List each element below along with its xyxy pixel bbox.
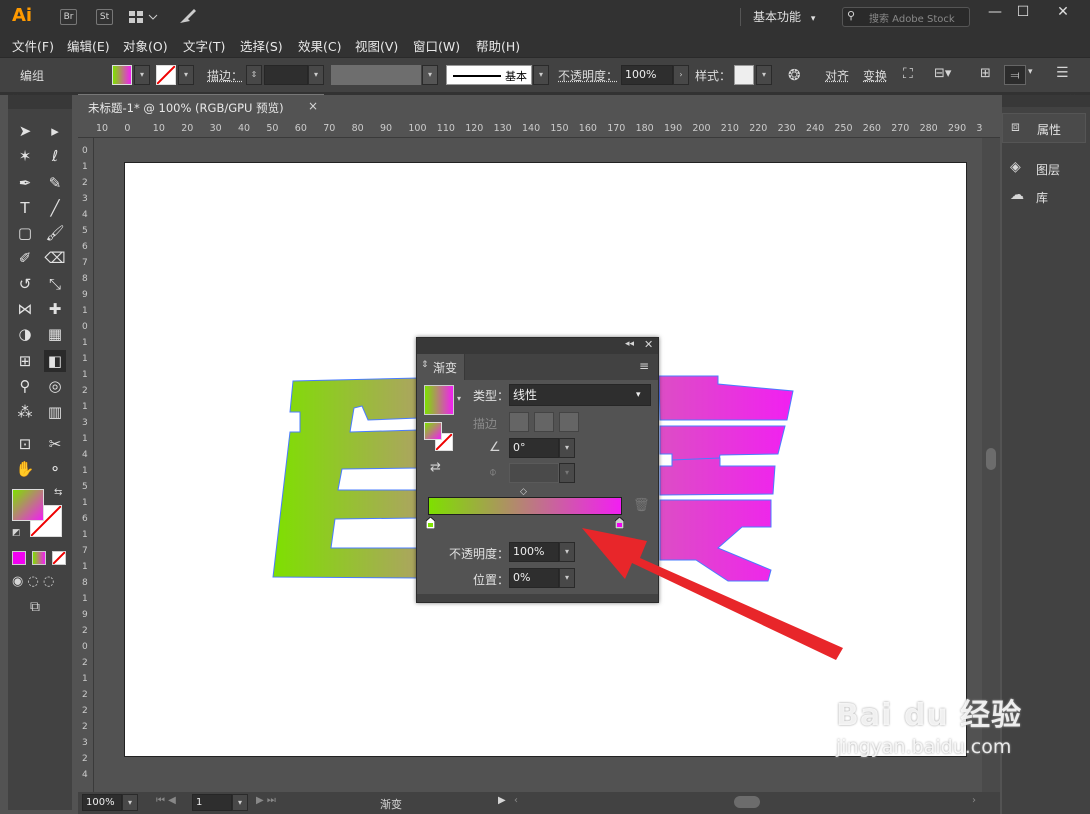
first-artboard-icon[interactable]: ⏮ ◀ <box>156 795 176 806</box>
aspect-ratio-field <box>509 463 559 483</box>
angle-field[interactable]: 0° <box>509 438 559 458</box>
scroll-right-icon[interactable]: › <box>972 795 976 806</box>
horizontal-scroll-thumb[interactable] <box>734 796 760 808</box>
aspect-ratio-dropdown: ▾ <box>559 463 575 483</box>
gradient-tab[interactable]: ⇕ 渐变 <box>417 354 465 380</box>
vertical-scroll-thumb[interactable] <box>986 448 996 470</box>
libraries-icon: ☁ <box>1010 187 1024 203</box>
gradient-tab-label: 渐变 <box>433 361 458 375</box>
stop-position-label: 位置： <box>473 573 510 587</box>
chevron-down-icon: ▾ <box>636 390 641 400</box>
gradient-panel: ◂◂ ✕ ≡ ⇕ 渐变 ▾ ⇄ 类型： 线性 ▾ 描边 ∠ 0° ▾ ⌽ ▾ ◇… <box>416 337 659 603</box>
stop-position-dropdown[interactable]: ▾ <box>559 568 575 588</box>
scroll-left-icon[interactable]: ‹ <box>514 795 518 806</box>
angle-dropdown[interactable]: ▾ <box>559 438 575 458</box>
letter-shape-left[interactable] <box>272 377 419 579</box>
stroke-along-icon[interactable] <box>534 412 554 432</box>
letter-shape-right[interactable] <box>658 375 794 582</box>
properties-icon: ⧈ <box>1011 119 1020 135</box>
gradient-type-select[interactable]: 线性 ▾ <box>509 384 651 406</box>
stop-opacity-dropdown[interactable]: ▾ <box>559 542 575 562</box>
type-label: 类型： <box>473 389 510 403</box>
stop-position-field[interactable]: 0% <box>509 568 559 588</box>
layers-label: 图层 <box>1036 163 1061 177</box>
aspect-ratio-icon: ⌽ <box>489 465 497 480</box>
properties-label: 属性 <box>1037 123 1062 137</box>
gradient-fill-proxy[interactable] <box>424 422 442 440</box>
reverse-gradient-icon[interactable]: ⇄ <box>430 460 441 475</box>
layers-icon: ◈ <box>1010 159 1021 175</box>
gradient-panel-header[interactable]: ◂◂ ✕ <box>417 338 658 354</box>
baidu-watermark: Bai du 经验 jingyan.baidu.com <box>836 690 1022 758</box>
watermark-url: jingyan.baidu.com <box>836 736 1012 758</box>
layers-panel-button[interactable]: ◈ 图层 <box>1002 157 1086 181</box>
libraries-label: 库 <box>1036 191 1049 205</box>
stroke-within-icon[interactable] <box>509 412 529 432</box>
midpoint-diamond-icon[interactable]: ◇ <box>520 487 527 497</box>
gradient-type-value: 线性 <box>513 388 538 402</box>
collapse-panel-icon[interactable]: ◂◂ <box>625 339 634 349</box>
gradient-preview-swatch[interactable] <box>424 385 454 415</box>
status-bar: 100% ▾ ⏮ ◀ 1 ▾ ▶ ⏭ 渐变 ▶ ‹ › <box>78 792 1000 814</box>
stop-opacity-label: 不透明度： <box>449 547 510 561</box>
gradient-stop-end[interactable] <box>614 516 625 530</box>
stroke-across-icon[interactable] <box>559 412 579 432</box>
angle-icon: ∠ <box>489 440 501 455</box>
watermark-brand: Bai du 经验 <box>836 698 1023 733</box>
delete-stop-icon[interactable]: 🗑 <box>633 498 650 513</box>
gradient-slider[interactable] <box>428 497 622 515</box>
panel-options-icon[interactable]: ≡ <box>639 359 649 373</box>
sort-arrows-icon: ⇕ <box>421 360 429 370</box>
panel-resize-grip[interactable] <box>417 594 658 602</box>
properties-panel-button[interactable]: ⧈ 属性 <box>1002 113 1086 143</box>
zoom-field[interactable]: 100% <box>82 794 122 811</box>
last-artboard-icon[interactable]: ▶ ⏭ <box>256 795 276 806</box>
status-text: 渐变 <box>380 798 402 811</box>
artboard-dropdown[interactable]: ▾ <box>232 794 248 811</box>
zoom-dropdown[interactable]: ▾ <box>122 794 138 811</box>
fill-color-box[interactable] <box>12 489 44 521</box>
close-panel-icon[interactable]: ✕ <box>644 338 653 351</box>
chevron-down-icon[interactable]: ▾ <box>457 394 461 403</box>
gradient-stop-start[interactable] <box>425 516 436 530</box>
stop-opacity-field[interactable]: 100% <box>509 542 559 562</box>
artboard-number-field[interactable]: 1 <box>192 794 232 811</box>
status-menu-icon[interactable]: ▶ <box>498 795 506 806</box>
libraries-panel-button[interactable]: ☁ 库 <box>1002 185 1086 209</box>
stroke-label: 描边 <box>473 417 498 431</box>
